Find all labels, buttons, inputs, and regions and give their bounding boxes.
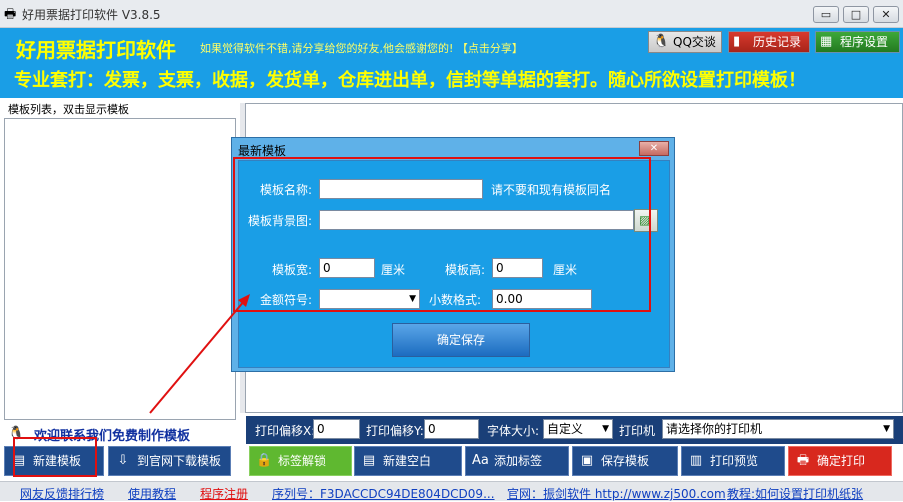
new-blank-label: 新建空白 [383,454,432,468]
font-size-label: 字体大小: [487,424,540,438]
slogan: 专业套打：发票，支票，收据，发货单，仓库进出单，信封等单据的套打。随心所欲设置打… [14,70,806,91]
lock-icon: 🔒 [256,453,273,468]
printer-app-icon: 🖶 [4,7,17,22]
bar-chart-icon: ▮ [733,34,741,49]
document-icon: ▤ [362,453,376,468]
unlock-labels-label: 标签解锁 [278,454,327,468]
download-icon: ⇩ [117,453,129,468]
print-preview-label: 打印预览 [710,454,759,468]
offset-x-input[interactable]: 0 [313,419,360,439]
new-template-highlight [13,437,97,477]
status-bar: 网友反馈排行榜 使用教程 程序注册 序列号：F3DACCDC94DE804DCD… [0,481,903,501]
offset-x-label: 打印偏移X: [255,424,316,438]
printer-select[interactable]: 请选择你的打印机 ▼ [662,419,894,439]
app-name: 好用票据打印软件 [16,38,176,62]
add-label-button[interactable]: Aa 添加标签 [465,446,569,476]
confirm-print-button[interactable]: 🖶 确定打印 [788,446,892,476]
chevron-down-icon: ▼ [883,424,890,434]
print-settings-bar: 打印偏移X: 0 打印偏移Y: 0 字体大小: 自定义 ▼ 打印机 请选择你的打… [246,416,903,444]
history-label: 历史记录 [753,35,802,49]
printer-value: 请选择你的打印机 [666,422,763,436]
serial-number: 序列号：F3DACCDC94DE804DCD09... [272,487,495,501]
penguin-icon: 🐧 [653,34,670,49]
print-preview-button[interactable]: ▥ 打印预览 [681,446,785,476]
tutorial-link[interactable]: 使用教程 [128,485,176,502]
template-list[interactable] [4,118,236,420]
save-template-button[interactable]: ▣ 保存模板 [572,446,678,476]
close-button[interactable]: ✕ [873,6,899,23]
register-link[interactable]: 程序注册 [200,485,248,502]
template-list-header: 模板列表，双击显示模板 [8,103,129,116]
window-title: 好用票据打印软件 V3.8.5 [22,8,161,22]
settings-button[interactable]: ▦ 程序设置 [815,31,900,53]
font-size-select[interactable]: 自定义 ▼ [543,419,613,439]
title-bar: 🖶 好用票据打印软件 V3.8.5 ▭ □ ✕ [0,0,903,28]
template-list-pane: 模板列表，双击显示模板 [0,100,240,420]
add-label-label: 添加标签 [494,454,543,468]
offset-y-input[interactable]: 0 [424,419,479,439]
minimize-button[interactable]: ▭ [813,6,839,23]
font-size-value: 自定义 [547,422,584,436]
printer-icon: 🖶 [796,453,810,468]
download-template-label: 到官网下载模板 [137,454,222,468]
chevron-down-icon: ▼ [602,424,609,434]
text-icon: Aa [472,453,489,468]
qq-chat-label: QQ交谈 [673,35,716,49]
grid-icon: ▦ [820,34,833,49]
printer-label: 打印机 [619,424,656,438]
feedback-link[interactable]: 网友反馈排行榜 [20,485,104,502]
paper-tutorial-link[interactable]: 教程:如何设置打印机纸张 [727,485,863,502]
confirm-save-button[interactable]: 确定保存 [392,323,530,357]
dialog-fields-highlight [233,157,651,312]
website-link[interactable]: 官网：振剑软件 http://www.zj500.com [507,485,726,502]
save-template-label: 保存模板 [601,454,650,468]
settings-label: 程序设置 [840,35,889,49]
download-template-button[interactable]: ⇩ 到官网下载模板 [108,446,231,476]
share-link[interactable]: 如果觉得软件不错,请分享给您的好友,他会感谢您的! 【点击分享】 [200,40,523,56]
banner: 好用票据打印软件 如果觉得软件不错,请分享给您的好友,他会感谢您的! 【点击分享… [0,28,903,98]
offset-y-label: 打印偏移Y: [366,424,424,438]
dialog-close-button[interactable]: ✕ [639,141,669,156]
unlock-labels-button[interactable]: 🔒 标签解锁 [249,446,352,476]
save-icon: ▣ [580,453,594,468]
preview-icon: ▥ [689,453,703,468]
confirm-print-label: 确定打印 [817,454,866,468]
maximize-button[interactable]: □ [843,6,869,23]
new-blank-button[interactable]: ▤ 新建空白 [354,446,462,476]
qq-chat-button[interactable]: 🐧 QQ交谈 [648,31,722,53]
history-button[interactable]: ▮ 历史记录 [728,31,810,53]
